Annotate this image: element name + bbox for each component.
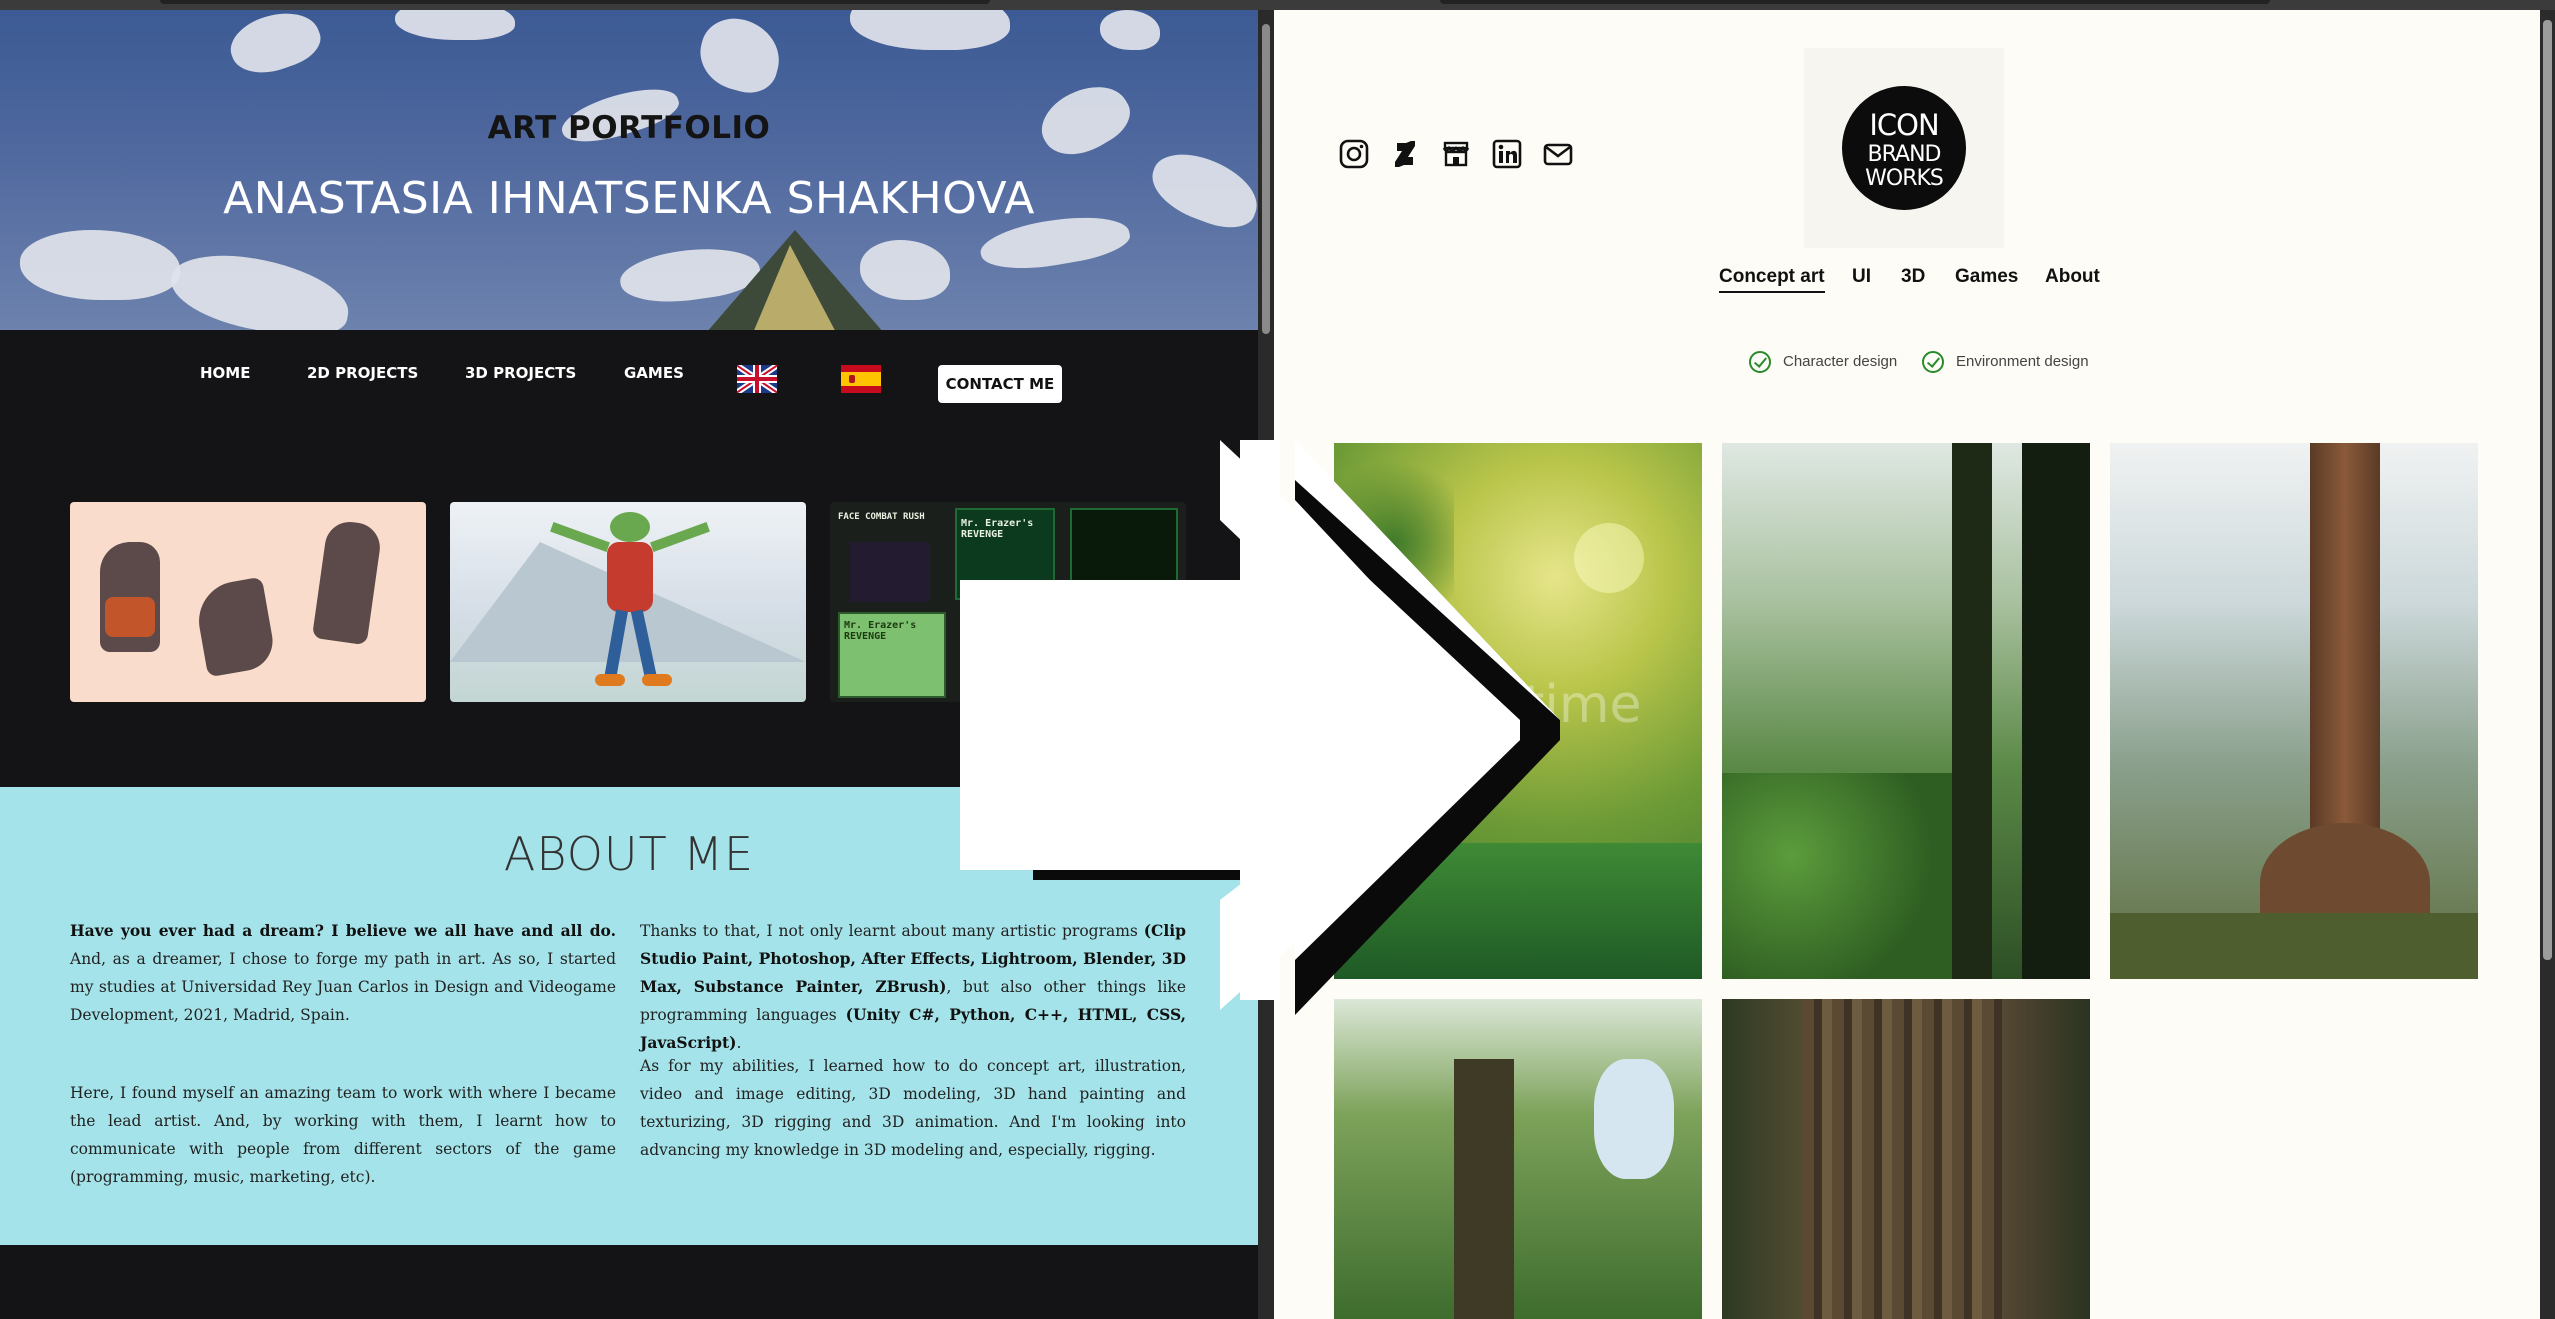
linkedin-icon[interactable] [1491, 138, 1523, 170]
hero-cloud [395, 10, 515, 40]
thumbnail-frog-character[interactable] [450, 502, 806, 702]
hero-cloud [1100, 10, 1160, 50]
spanish-flag-icon[interactable] [841, 365, 881, 393]
gallery-image-redwood-cutting[interactable] [2110, 443, 2478, 979]
frog-head [610, 512, 650, 542]
hero-cloud [850, 10, 1010, 50]
tree-trunk [2022, 443, 2090, 979]
check-circle-icon [1922, 351, 1944, 373]
hero-cloud [20, 230, 180, 300]
logo-circle: ICON BRAND WORKS [1842, 86, 1966, 210]
browser-tab-right[interactable] [1440, 0, 2270, 4]
hero-title: ANASTASIA IHNATSENKA SHAKHOVA [223, 173, 1035, 224]
transition-arrow-icon [960, 440, 1560, 1015]
footer-area [0, 1245, 1258, 1319]
about-p1-text: And, as a dreamer, I chose to forge my p… [70, 950, 616, 1024]
palm-trunk [1952, 443, 1992, 979]
frog-foot [642, 674, 672, 686]
about-paragraph-2: Here, I found myself an amazing team to … [70, 1084, 616, 1186]
game-title-label: FACE COMBAT RUSH [838, 512, 925, 522]
nav-about[interactable]: About [2045, 266, 2100, 288]
game-box-art: Mr. Erazer's REVENGE [838, 612, 946, 698]
deviantart-icon[interactable] [1389, 138, 1421, 170]
hero-cloud [223, 10, 327, 84]
instagram-icon[interactable] [1338, 138, 1370, 170]
hero-mountain-light [750, 245, 840, 330]
filter-character-design[interactable]: Character design [1749, 350, 1919, 376]
hero-subtitle: ART PORTFOLIO [487, 110, 771, 146]
thumbnail-character-sketches[interactable] [70, 502, 426, 702]
nav-3d[interactable]: 3D [1901, 266, 1925, 288]
tree-trunk [1454, 1059, 1514, 1319]
character-chair [105, 597, 155, 637]
filter-label: Environment design [1956, 353, 2089, 370]
character-silhouette [311, 518, 384, 646]
contact-me-button[interactable]: CONTACT ME [938, 365, 1062, 403]
logo-text-line1: ICON [1869, 108, 1939, 142]
sky-patch [1594, 1059, 1674, 1179]
gallery-image-tree-canopy[interactable] [1334, 999, 1702, 1319]
about-paragraph-4: As for my abilities, I learned how to do… [640, 1057, 1186, 1159]
filter-label: Character design [1783, 353, 1898, 370]
game-screenshot [850, 542, 930, 602]
redwood-trunk [2310, 443, 2380, 883]
filter-environment-design[interactable]: Environment design [1922, 350, 2112, 376]
about-paragraph-1: Have you ever had a dream? I believe we … [70, 917, 616, 1029]
frog-body [607, 542, 653, 612]
forest-floor [2110, 913, 2478, 979]
logo-text-line3: WORKS [1865, 166, 1944, 191]
check-circle-icon [1749, 351, 1771, 373]
gallery-image-jungle-palms[interactable] [1722, 443, 2090, 979]
store-icon[interactable] [1440, 138, 1472, 170]
about-p3-end: . [736, 1034, 742, 1052]
foliage [1722, 773, 1952, 979]
nav-2d-projects[interactable]: 2D PROJECTS [307, 364, 418, 382]
main-nav: HOME 2D PROJECTS 3D PROJECTS GAMES CONTA… [0, 330, 1258, 422]
logo-text-line2: BRAND [1867, 142, 1942, 167]
browser-tab-left[interactable] [160, 0, 990, 4]
frog-foot [595, 674, 625, 686]
hero-banner: ART PORTFOLIO ANASTASIA IHNATSENKA SHAKH… [0, 10, 1258, 330]
hero-cloud [165, 244, 355, 330]
about-p1-bold: Have you ever had a dream? I believe we … [70, 921, 616, 940]
bark-texture [1802, 999, 2002, 1319]
right-scrollbar-thumb[interactable] [2543, 20, 2552, 960]
window-top-strip [0, 0, 2555, 10]
light-bokeh [1574, 523, 1644, 593]
character-silhouette [192, 576, 278, 678]
left-scrollbar-thumb[interactable] [1262, 24, 1270, 334]
right-scrollbar[interactable] [2540, 10, 2555, 1319]
nav-ui[interactable]: UI [1852, 266, 1871, 288]
english-flag-icon[interactable] [737, 365, 777, 393]
nav-3d-projects[interactable]: 3D PROJECTS [465, 364, 576, 382]
mail-icon[interactable] [1542, 138, 1574, 170]
gallery-image-redwood-bark[interactable] [1722, 999, 2090, 1319]
nav-games[interactable]: Games [1955, 266, 2018, 288]
nav-concept-art[interactable]: Concept art [1719, 266, 1825, 293]
brand-logo[interactable]: ICON BRAND WORKS [1804, 48, 2004, 248]
nav-games[interactable]: GAMES [624, 364, 684, 382]
game-box-title: Mr. Erazer's REVENGE [844, 620, 917, 642]
nav-home[interactable]: HOME [200, 364, 250, 382]
hero-cloud [692, 10, 788, 100]
